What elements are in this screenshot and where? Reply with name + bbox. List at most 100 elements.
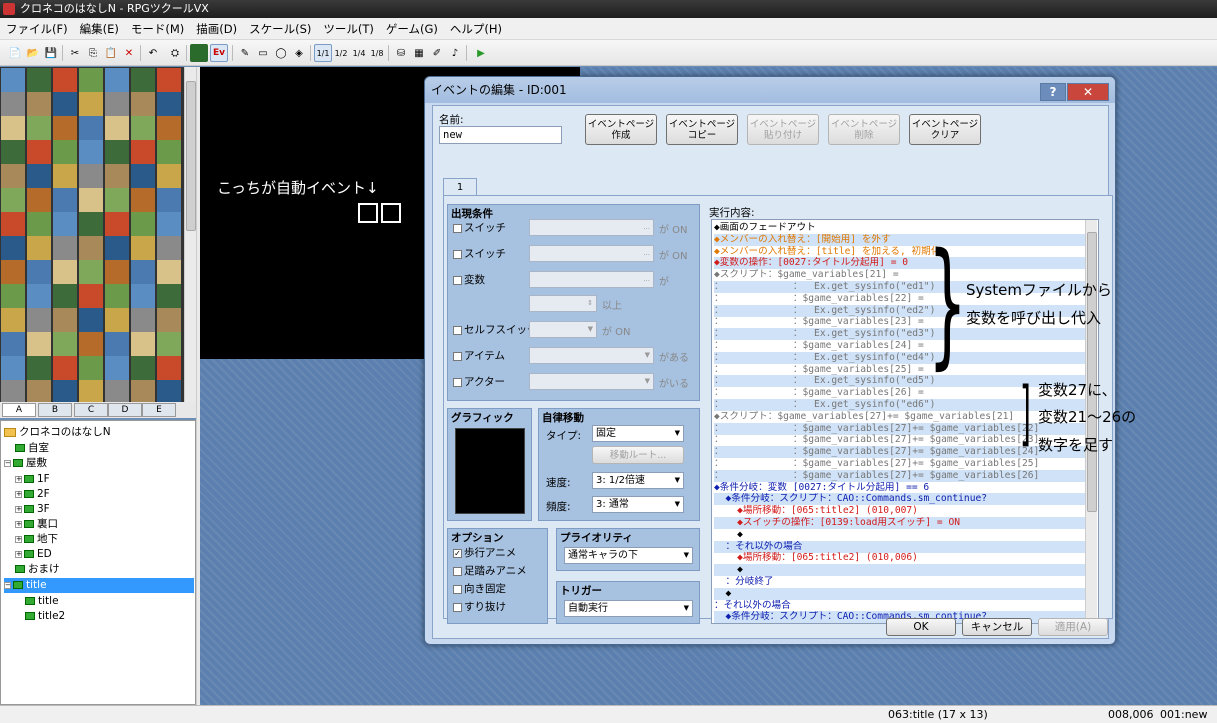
tile[interactable] — [27, 284, 51, 308]
event-command-line[interactable]: ◆条件分岐：変数 [0027:タイトル分起用] == 6 — [714, 482, 1088, 494]
tab-page-1[interactable]: 1 — [443, 178, 477, 196]
move-route-button[interactable]: 移動ルート... — [592, 446, 684, 464]
walk-anime-checkbox[interactable]: ✓ 歩行アニメ — [453, 547, 516, 560]
event-command-line[interactable]: ◆画面のフェードアウト — [714, 222, 1088, 234]
tile[interactable] — [1, 212, 25, 236]
page-create-button[interactable]: イベントページ 作成 — [585, 114, 657, 145]
menu-item[interactable]: ゲーム(G) — [380, 18, 444, 40]
tile[interactable] — [157, 140, 181, 164]
tile[interactable] — [27, 188, 51, 212]
expand-icon[interactable]: + — [15, 535, 22, 543]
tile[interactable] — [79, 68, 103, 92]
event-command-line[interactable]: ： ：$game_variables[27]+= $game_variables… — [714, 458, 1088, 470]
play-test-icon[interactable]: ▶ — [472, 44, 490, 62]
tile[interactable] — [79, 380, 103, 402]
event-marker[interactable] — [381, 203, 401, 223]
trigger-select[interactable]: 自動実行 ▼ — [564, 600, 693, 617]
event-command-line[interactable]: ◆場所移動：[065:title2] (010,007) — [714, 505, 1088, 517]
tile[interactable] — [1, 116, 25, 140]
tile[interactable] — [1, 140, 25, 164]
tile[interactable] — [131, 236, 155, 260]
paste-icon[interactable]: 📋 — [102, 44, 120, 62]
rectangle-icon[interactable]: ▭ — [254, 44, 272, 62]
tile[interactable] — [157, 212, 181, 236]
tile[interactable] — [27, 260, 51, 284]
tile[interactable] — [105, 188, 129, 212]
tile[interactable] — [131, 260, 155, 284]
menu-item[interactable]: 描画(D) — [190, 18, 243, 40]
tile[interactable] — [105, 140, 129, 164]
tile[interactable] — [157, 308, 181, 332]
tree-node[interactable]: + 地下 — [15, 532, 58, 547]
movement-type-select[interactable]: 固定 ▼ — [592, 425, 684, 442]
tileset-tab-b[interactable]: B — [38, 403, 72, 417]
actor-select[interactable]: ▼ — [529, 373, 654, 390]
script-editor-icon[interactable]: ✐ — [428, 44, 446, 62]
menu-item[interactable]: 編集(E) — [74, 18, 125, 40]
tile[interactable] — [79, 236, 103, 260]
tile[interactable] — [105, 116, 129, 140]
expand-icon[interactable]: + — [15, 520, 22, 528]
event-command-line[interactable]: ◆スクリプト：$game_variables[27]+= $game_varia… — [714, 411, 1088, 423]
tile[interactable] — [79, 212, 103, 236]
tileset-tab-d[interactable]: D — [108, 403, 142, 417]
event-command-line[interactable]: ： ：$game_variables[27]+= $game_variables… — [714, 469, 1088, 482]
tile[interactable] — [105, 212, 129, 236]
variable-select[interactable]: ... — [529, 271, 654, 288]
expand-icon[interactable]: + — [15, 475, 22, 483]
tile[interactable] — [1, 332, 25, 356]
tileset-palette[interactable] — [0, 67, 196, 402]
tile[interactable] — [131, 68, 155, 92]
menu-item[interactable]: モード(M) — [125, 18, 190, 40]
speed-select[interactable]: 3: 1/2倍速 ▼ — [592, 472, 684, 489]
tile[interactable] — [1, 284, 25, 308]
event-command-line[interactable]: ◆変数の操作：[0027:タイトル分起用] = 0 — [714, 257, 1088, 270]
contents-scroll-thumb[interactable] — [1087, 232, 1097, 512]
tile[interactable] — [157, 332, 181, 356]
tile[interactable] — [53, 308, 77, 332]
database-icon[interactable]: ⛁ — [392, 44, 410, 62]
scale-1-2-icon[interactable]: 1/2 — [332, 44, 350, 62]
page-delete-button[interactable]: イベントページ 削除 — [828, 114, 900, 145]
event-command-line[interactable]: ◆メンバーの入れ替え：[開始用] を外す — [714, 233, 1088, 246]
scale-1-1-icon[interactable]: 1/1 — [314, 44, 332, 62]
tile[interactable] — [157, 164, 181, 188]
layer-mode-icon[interactable]: ⛭ — [166, 44, 184, 62]
tile[interactable] — [157, 380, 181, 402]
tree-node[interactable]: +3F — [15, 502, 50, 517]
tile[interactable] — [131, 284, 155, 308]
tile[interactable] — [27, 116, 51, 140]
tile[interactable] — [105, 164, 129, 188]
expand-icon[interactable]: + — [15, 490, 22, 498]
save-project-icon[interactable]: 💾 — [42, 44, 60, 62]
tile[interactable] — [53, 260, 77, 284]
tile[interactable] — [27, 212, 51, 236]
event-command-line[interactable]: ： ：$game_variables[27]+= $game_variables… — [714, 446, 1088, 459]
tile[interactable] — [53, 236, 77, 260]
tile[interactable] — [79, 284, 103, 308]
page-clear-button[interactable]: イベントページ クリア — [909, 114, 981, 145]
event-command-line[interactable]: ： ： Ex.get_sysinfo("ed4") — [714, 351, 1088, 364]
step-anime-checkbox[interactable]: 足踏みアニメ — [453, 565, 527, 578]
event-command-line[interactable]: ：それ以外の場合 — [714, 540, 1088, 553]
tile[interactable] — [131, 116, 155, 140]
tile[interactable] — [53, 92, 77, 116]
self-switch-checkbox[interactable]: セルフスイッチ — [453, 324, 538, 337]
tile[interactable] — [157, 284, 181, 308]
tile[interactable] — [27, 380, 51, 402]
event-command-line[interactable]: ◆場所移動：[065:title2] (010,006) — [714, 552, 1088, 564]
event-command-line[interactable]: ◆条件分岐：スクリプト：CAO::Commands.sm_continue? — [714, 493, 1088, 506]
event-mode-icon[interactable]: Ev — [210, 44, 228, 62]
tree-node[interactable]: − 屋敷 — [4, 456, 47, 471]
event-command-line[interactable]: ： ：$game_variables[25] = — [714, 364, 1088, 376]
variable-value-spinner[interactable]: ⇕ — [529, 295, 597, 312]
tile[interactable] — [105, 92, 129, 116]
tile[interactable] — [157, 356, 181, 380]
scale-1-8-icon[interactable]: 1/8 — [368, 44, 386, 62]
tile[interactable] — [1, 380, 25, 402]
tile[interactable] — [105, 284, 129, 308]
tile[interactable] — [79, 92, 103, 116]
tile[interactable] — [79, 140, 103, 164]
event-command-line[interactable]: ：分岐終了 — [714, 576, 1088, 588]
tile[interactable] — [53, 140, 77, 164]
